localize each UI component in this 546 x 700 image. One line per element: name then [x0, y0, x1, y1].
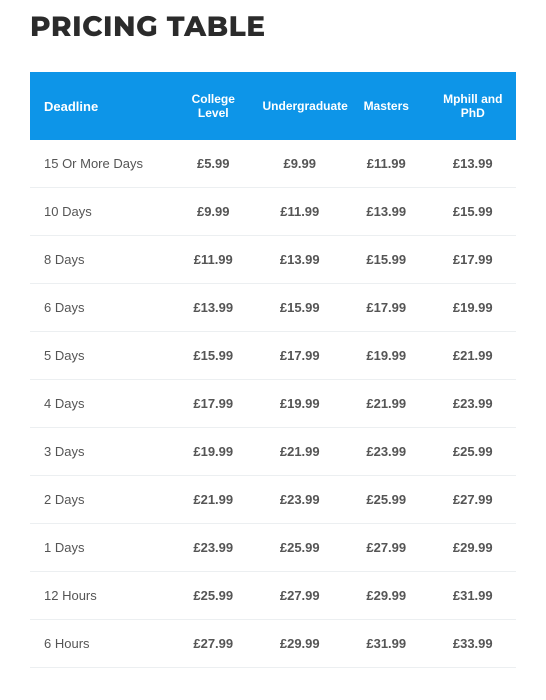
cell-masters: £29.99: [343, 572, 430, 620]
table-row: 8 Days£11.99£13.99£15.99£17.99: [30, 236, 516, 284]
cell-undergrad: £29.99: [257, 620, 344, 668]
table-row: 15 Or More Days£5.99£9.99£11.99£13.99: [30, 140, 516, 188]
cell-phd: £27.99: [430, 476, 517, 524]
cell-college: £17.99: [170, 380, 257, 428]
cell-undergrad: £17.99: [257, 332, 344, 380]
cell-masters: £25.99: [343, 476, 430, 524]
cell-college: £5.99: [170, 140, 257, 188]
table-row: 3 Days£19.99£21.99£23.99£25.99: [30, 428, 516, 476]
table-row: 1 Days£23.99£25.99£27.99£29.99: [30, 524, 516, 572]
cell-deadline: 15 Or More Days: [30, 140, 170, 188]
cell-college: £23.99: [170, 524, 257, 572]
cell-deadline: 5 Days: [30, 332, 170, 380]
cell-masters: £13.99: [343, 188, 430, 236]
cell-college: £15.99: [170, 332, 257, 380]
col-college-level: College Level: [170, 72, 257, 140]
cell-undergrad: £13.99: [257, 236, 344, 284]
cell-undergrad: £15.99: [257, 284, 344, 332]
cell-phd: £15.99: [430, 188, 517, 236]
cell-phd: £31.99: [430, 572, 517, 620]
cell-masters: £31.99: [343, 620, 430, 668]
cell-masters: £19.99: [343, 332, 430, 380]
cell-phd: £17.99: [430, 236, 517, 284]
table-row: 6 Days£13.99£15.99£17.99£19.99: [30, 284, 516, 332]
cell-undergrad: £9.99: [257, 140, 344, 188]
cell-undergrad: £11.99: [257, 188, 344, 236]
cell-undergrad: £25.99: [257, 524, 344, 572]
cell-deadline: 1 Days: [30, 524, 170, 572]
cell-masters: £21.99: [343, 380, 430, 428]
cell-college: £21.99: [170, 476, 257, 524]
cell-masters: £27.99: [343, 524, 430, 572]
cell-phd: £13.99: [430, 140, 517, 188]
table-row: 10 Days£9.99£11.99£13.99£15.99: [30, 188, 516, 236]
cell-deadline: 10 Days: [30, 188, 170, 236]
col-masters: Masters: [343, 72, 430, 140]
cell-college: £13.99: [170, 284, 257, 332]
pricing-table: Deadline College Level Undergraduate Mas…: [30, 72, 516, 668]
cell-college: £9.99: [170, 188, 257, 236]
cell-college: £19.99: [170, 428, 257, 476]
cell-deadline: 8 Days: [30, 236, 170, 284]
cell-deadline: 6 Hours: [30, 620, 170, 668]
col-mphill-phd: Mphill and PhD: [430, 72, 517, 140]
cell-deadline: 4 Days: [30, 380, 170, 428]
table-row: 4 Days£17.99£19.99£21.99£23.99: [30, 380, 516, 428]
cell-undergrad: £21.99: [257, 428, 344, 476]
cell-college: £27.99: [170, 620, 257, 668]
cell-college: £11.99: [170, 236, 257, 284]
cell-masters: £11.99: [343, 140, 430, 188]
table-row: 6 Hours£27.99£29.99£31.99£33.99: [30, 620, 516, 668]
col-deadline: Deadline: [30, 72, 170, 140]
cell-undergrad: £19.99: [257, 380, 344, 428]
cell-deadline: 3 Days: [30, 428, 170, 476]
cell-undergrad: £27.99: [257, 572, 344, 620]
cell-phd: £29.99: [430, 524, 517, 572]
page-title: PRICING TABLE: [30, 10, 516, 44]
table-row: 2 Days£21.99£23.99£25.99£27.99: [30, 476, 516, 524]
cell-undergrad: £23.99: [257, 476, 344, 524]
cell-phd: £25.99: [430, 428, 517, 476]
cell-masters: £15.99: [343, 236, 430, 284]
col-undergraduate: Undergraduate: [257, 72, 344, 140]
table-row: 5 Days£15.99£17.99£19.99£21.99: [30, 332, 516, 380]
cell-deadline: 6 Days: [30, 284, 170, 332]
cell-deadline: 12 Hours: [30, 572, 170, 620]
table-row: 12 Hours£25.99£27.99£29.99£31.99: [30, 572, 516, 620]
cell-masters: £17.99: [343, 284, 430, 332]
cell-deadline: 2 Days: [30, 476, 170, 524]
cell-phd: £23.99: [430, 380, 517, 428]
cell-masters: £23.99: [343, 428, 430, 476]
table-header-row: Deadline College Level Undergraduate Mas…: [30, 72, 516, 140]
cell-college: £25.99: [170, 572, 257, 620]
cell-phd: £33.99: [430, 620, 517, 668]
cell-phd: £21.99: [430, 332, 517, 380]
cell-phd: £19.99: [430, 284, 517, 332]
